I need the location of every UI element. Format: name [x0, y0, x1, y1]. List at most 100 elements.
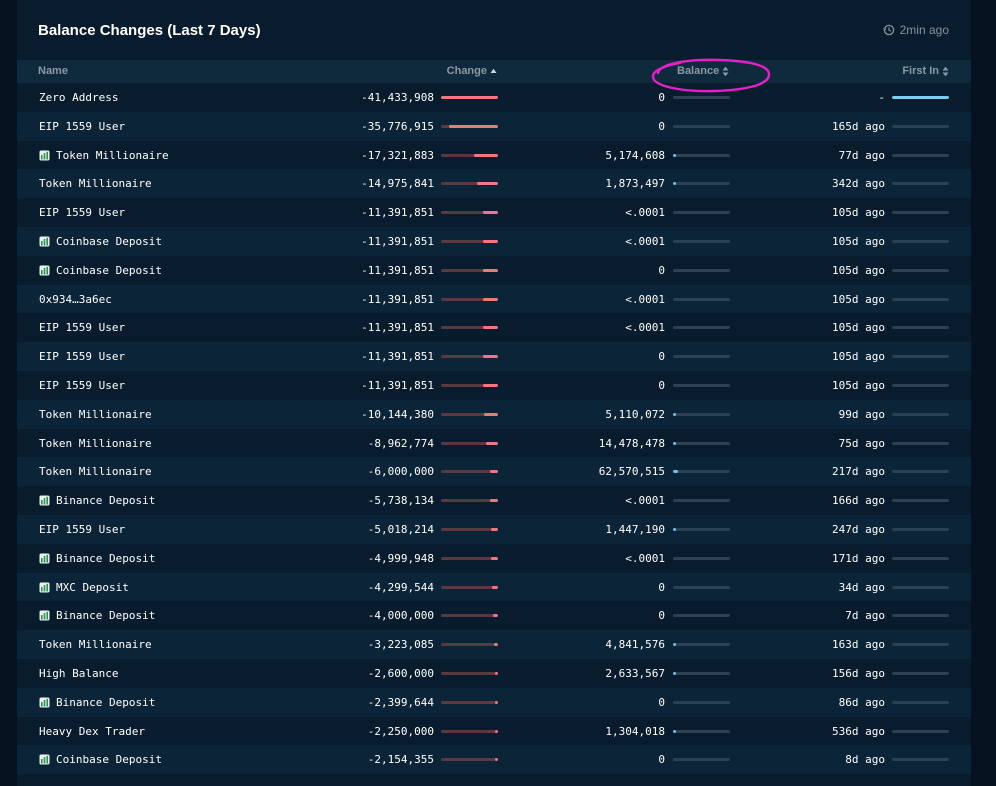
balance-bar — [673, 729, 730, 733]
change-value: -11,391,851 — [361, 350, 434, 364]
address-name[interactable]: High Balance — [39, 667, 118, 680]
first-in-bar — [892, 268, 949, 272]
address-name[interactable]: Token Millionaire — [39, 149, 169, 162]
change-bar-fill — [441, 96, 498, 99]
change-value: -2,399,644 — [367, 695, 434, 709]
address-name[interactable]: Token Millionaire — [39, 638, 152, 651]
address-name[interactable]: EIP 1559 User — [39, 350, 125, 363]
address-name[interactable]: Token Millionaire — [39, 465, 152, 478]
first-in-value: 536d ago — [832, 724, 885, 738]
balance-bar — [673, 758, 730, 762]
address-label: Zero Address — [39, 91, 119, 104]
change-bar-fill — [449, 124, 498, 128]
address-name[interactable]: Binance Deposit — [39, 494, 155, 507]
change-value: -6,000,000 — [367, 465, 434, 479]
table-row[interactable]: 0x934…3a6ec -11,391,851 <.0001 105d ago — [17, 284, 971, 314]
table-row[interactable]: EIP 1559 User -5,018,214 1,447,190 247d ago — [17, 514, 971, 544]
address-name[interactable]: EIP 1559 User — [39, 379, 125, 392]
first-in-bar — [892, 614, 949, 618]
balance-bar-fill — [673, 643, 676, 647]
first-in-bar — [892, 527, 949, 531]
first-in-bar — [892, 383, 949, 387]
first-in-bar — [892, 412, 949, 416]
change-bar-fill — [491, 527, 498, 531]
change-bar-fill — [493, 614, 498, 618]
address-name[interactable]: EIP 1559 User — [39, 206, 125, 219]
balance-bar — [673, 643, 730, 647]
first-in-bar — [892, 355, 949, 359]
table-row[interactable]: EIP 1559 User -11,391,851 0 105d ago — [17, 371, 971, 400]
change-bar — [441, 671, 498, 675]
balance-bar — [673, 297, 730, 301]
address-name[interactable]: EIP 1559 User — [39, 321, 125, 334]
change-value: -14,975,841 — [361, 177, 434, 191]
address-name[interactable]: EIP 1559 User — [39, 523, 125, 536]
change-bar-fill — [477, 182, 498, 186]
table-row[interactable]: MXC Deposit -4,299,544 0 34d ago — [17, 572, 971, 602]
address-name[interactable]: Token Millionaire — [39, 408, 152, 421]
address-name[interactable]: Token Millionaire — [39, 177, 152, 190]
table-row[interactable]: EIP 1559 User -35,776,915 0 165d ago — [17, 111, 971, 141]
table-row[interactable]: Token Millionaire -8,962,774 14,478,478 75d… — [17, 429, 971, 458]
table-row[interactable]: Binance Deposit -5,738,134 <.0001 166d ago — [17, 486, 971, 515]
address-name[interactable]: Coinbase Deposit — [39, 753, 162, 766]
address-name[interactable]: Binance Deposit — [39, 696, 155, 709]
table-row[interactable]: Coinbase Deposit -11,391,851 <.0001 105d ag… — [17, 226, 971, 256]
address-name[interactable]: Token Millionaire — [39, 437, 152, 450]
table-row[interactable]: EIP 1559 User -11,391,851 0 105d ago — [17, 342, 971, 371]
exchange-tag-icon — [39, 610, 50, 621]
address-name[interactable]: 0x934…3a6ec — [39, 293, 112, 306]
column-first-in-header[interactable]: First In — [902, 65, 949, 77]
balance-bar-fill — [673, 527, 676, 531]
address-name[interactable]: Binance Deposit — [39, 552, 155, 565]
address-name[interactable]: Zero Address — [39, 91, 118, 104]
change-bar — [441, 268, 498, 272]
address-name[interactable]: EIP 1559 User — [39, 120, 125, 133]
table-row[interactable]: Token Millionaire -10,144,380 5,110,072 99d… — [17, 399, 971, 429]
first-in-bar — [892, 239, 949, 243]
exchange-tag-icon — [39, 495, 50, 506]
address-name[interactable]: Binance Deposit — [39, 609, 155, 622]
address-name[interactable]: MXC Deposit — [39, 581, 129, 594]
address-label: Binance Deposit — [56, 551, 156, 565]
column-name-header[interactable]: Name — [38, 65, 68, 77]
table-row[interactable]: Coinbase Deposit -11,391,851 0 105d ago — [17, 256, 971, 285]
change-value: -11,391,851 — [361, 263, 434, 277]
balance-value: 1,873,497 — [605, 177, 665, 191]
balance-bar — [673, 153, 730, 157]
exchange-tag-icon — [39, 697, 50, 708]
table-row[interactable]: Zero Address -41,433,908 0 - — [17, 83, 971, 112]
first-in-value: 165d ago — [832, 119, 885, 133]
address-label: Token Millionaire — [39, 407, 152, 421]
change-bar-fill — [495, 758, 498, 762]
balance-bar-fill — [673, 729, 676, 733]
table-row[interactable]: EIP 1559 User -11,391,851 <.0001 105d ago — [17, 198, 971, 227]
table-row[interactable]: Binance Deposit -4,000,000 0 7d ago — [17, 601, 971, 630]
table-body: Zero Address -41,433,908 0 - EIP 1559 User -3… — [17, 83, 971, 775]
change-bar — [441, 96, 498, 99]
table-row[interactable]: EIP 1559 User -11,391,851 <.0001 105d ago — [17, 313, 971, 342]
table-row[interactable]: Coinbase Deposit -2,154,355 0 8d ago — [17, 745, 971, 775]
table-row[interactable]: High Balance -2,600,000 2,633,567 156d ago — [17, 659, 971, 688]
table-row[interactable]: Binance Deposit -4,999,948 <.0001 171d ago — [17, 544, 971, 573]
column-balance-header[interactable]: Balance — [677, 65, 729, 77]
change-bar — [441, 700, 498, 704]
change-value: -2,600,000 — [367, 666, 434, 680]
column-change-header[interactable]: Change — [447, 65, 497, 77]
table-row[interactable]: Token Millionaire -3,223,085 4,841,576 163d… — [17, 630, 971, 659]
change-bar — [441, 412, 498, 416]
table-row[interactable]: Token Millionaire -17,321,883 5,174,608 77d… — [17, 141, 971, 170]
table-row[interactable]: Binance Deposit -2,399,644 0 86d ago — [17, 687, 971, 717]
table-row[interactable]: Heavy Dex Trader -2,250,000 1,304,018 536d … — [17, 717, 971, 746]
change-bar — [441, 585, 498, 589]
address-name[interactable]: Heavy Dex Trader — [39, 725, 145, 738]
first-in-bar — [892, 326, 949, 330]
address-name[interactable]: Coinbase Deposit — [39, 264, 162, 277]
balance-bar — [673, 96, 730, 99]
change-bar-fill — [483, 211, 498, 215]
table-row[interactable]: Token Millionaire -6,000,000 62,570,515 217… — [17, 457, 971, 487]
first-in-bar — [892, 729, 949, 733]
address-name[interactable]: Coinbase Deposit — [39, 235, 162, 248]
table-row[interactable]: Token Millionaire -14,975,841 1,873,497 342… — [17, 169, 971, 199]
change-bar — [441, 153, 498, 157]
